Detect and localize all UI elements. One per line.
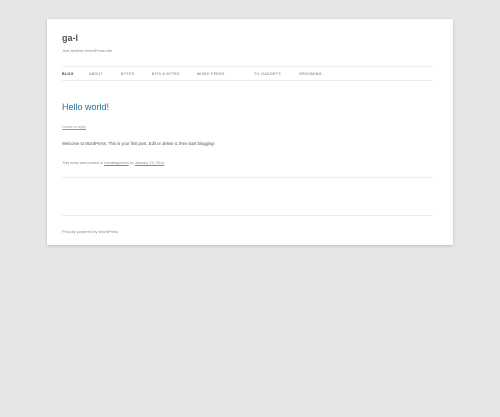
nav-divider-bottom [62, 80, 433, 81]
leave-reply-link[interactable]: Leave a reply [62, 124, 86, 129]
nav-item-mixed-feeds[interactable]: Mixed Feeds [197, 72, 254, 76]
nav-item-grooming[interactable]: Grooming [299, 72, 339, 76]
main-navigation: Blog About Bytes Bits & Bytes Mixed Feed… [62, 69, 339, 78]
nav-item-about[interactable]: About [89, 72, 121, 76]
nav-item-blog[interactable]: Blog [62, 72, 89, 76]
entry-meta-prefix: This entry was posted in [62, 161, 103, 165]
nav-item-bytes[interactable]: Bytes [121, 72, 152, 76]
nav-item-til-gadgets[interactable]: Til Gadgets [254, 72, 299, 76]
footer-divider [62, 215, 433, 216]
entry-meta-suffix: . [164, 161, 166, 165]
post-content: Welcome to WordPress. This is your first… [62, 141, 215, 146]
site-title[interactable]: ga-l [62, 33, 78, 43]
category-link[interactable]: Uncategorized [104, 161, 128, 165]
footer-credit-link[interactable]: Proudly powered by WordPress [62, 229, 118, 234]
entry-meta-mid: on [129, 161, 134, 165]
site-container: ga-l Just another WordPress site Blog Ab… [47, 19, 453, 245]
nav-item-bits-bytes[interactable]: Bits & Bytes [152, 72, 197, 76]
site-description: Just another WordPress site [62, 48, 113, 53]
post-date-link[interactable]: January 13, 2014 [135, 161, 164, 165]
nav-divider-top [62, 66, 433, 67]
post-divider [62, 177, 433, 178]
post-title[interactable]: Hello world! [62, 102, 109, 112]
post-entry-meta: This entry was posted in Uncategorized o… [62, 161, 165, 165]
